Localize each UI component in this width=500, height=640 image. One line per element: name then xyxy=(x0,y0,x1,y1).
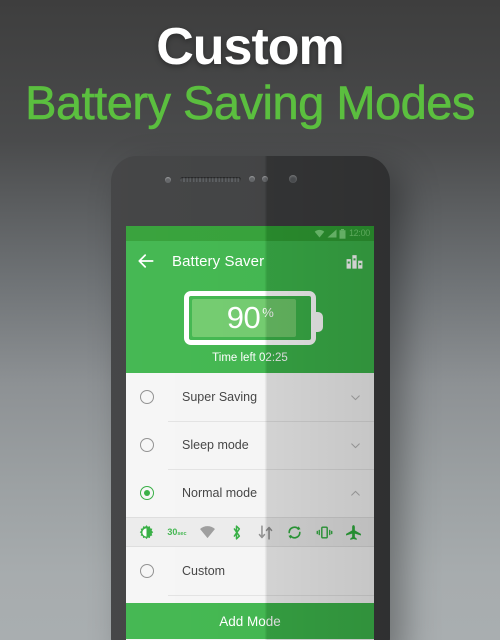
battery-icon xyxy=(339,228,346,239)
mode-list-divider xyxy=(126,595,374,601)
battery-terminal xyxy=(313,312,323,332)
mode-row-super-saving[interactable]: Super Saving xyxy=(126,373,374,421)
mode-label: Sleep mode xyxy=(182,438,249,452)
mode-row-normal-mode[interactable]: Normal mode xyxy=(126,469,374,517)
radio-normal-mode[interactable] xyxy=(140,486,154,500)
radio-custom[interactable] xyxy=(140,564,154,578)
mode-row-sleep-mode[interactable]: Sleep mode xyxy=(126,421,374,469)
radio-sleep-mode[interactable] xyxy=(140,438,154,452)
earpiece-speaker xyxy=(180,177,241,182)
battery-percent: 90% xyxy=(189,296,311,340)
chevron-down-icon[interactable] xyxy=(349,439,362,452)
chevron-up-icon[interactable] xyxy=(349,487,362,500)
timeout-value: 30 xyxy=(167,527,178,537)
wifi-icon xyxy=(314,229,325,238)
bar-chart-icon[interactable] xyxy=(345,252,364,271)
phone-screen: 12:00 Battery Saver 90 % Time left 02:25… xyxy=(126,226,374,640)
light-sensor-icon xyxy=(249,176,255,182)
auto-sync-icon[interactable] xyxy=(286,524,303,541)
battery-hero: 90% Time left 02:25 xyxy=(126,281,374,373)
signal-icon xyxy=(327,229,337,238)
back-arrow-icon[interactable] xyxy=(136,251,156,271)
bluetooth-icon[interactable] xyxy=(228,524,245,541)
front-camera-icon xyxy=(289,175,297,183)
app-bar: Battery Saver xyxy=(126,241,374,281)
poster-subtitle: Battery Saving Modes xyxy=(25,76,476,130)
time-left-label: Time left 02:25 xyxy=(212,352,288,364)
wifi-icon[interactable] xyxy=(199,524,216,541)
brightness-icon[interactable] xyxy=(138,524,155,541)
quick-toggle-strip: 30sec xyxy=(126,517,374,547)
proximity-sensor-icon xyxy=(165,177,171,183)
radio-super-saving[interactable] xyxy=(140,390,154,404)
battery-percent-value: 90 xyxy=(226,300,261,335)
status-clock: 12:00 xyxy=(348,228,370,238)
phone-device: 12:00 Battery Saver 90 % Time left 02:25… xyxy=(111,156,390,640)
mode-row-custom[interactable]: Custom xyxy=(126,547,374,595)
mode-label: Normal mode xyxy=(182,486,258,500)
timeout-unit: sec xyxy=(177,531,187,537)
add-mode-button[interactable]: Add Mode xyxy=(126,601,374,639)
poster-canvas: Custom Battery Saving Modes 12:00 Batter… xyxy=(0,0,500,640)
mode-list: Super Saving Sleep mode Normal mode 30se… xyxy=(126,373,374,601)
app-bar-title: Battery Saver xyxy=(172,252,265,270)
mode-label: Super Saving xyxy=(182,390,258,404)
battery-indicator: 90% xyxy=(184,291,323,345)
mobile-data-icon[interactable] xyxy=(257,524,274,541)
mode-label: Custom xyxy=(182,564,226,578)
battery-percent-symbol: % xyxy=(262,305,274,320)
led-indicator-icon xyxy=(262,176,268,182)
vibrate-icon[interactable] xyxy=(316,524,333,541)
status-bar: 12:00 xyxy=(126,226,374,241)
phone-top-bezel xyxy=(111,156,390,222)
poster-title: Custom xyxy=(156,18,345,76)
screen-timeout-icon[interactable]: 30sec xyxy=(167,527,186,537)
chevron-down-icon[interactable] xyxy=(349,391,362,404)
airplane-mode-icon[interactable] xyxy=(345,524,362,541)
